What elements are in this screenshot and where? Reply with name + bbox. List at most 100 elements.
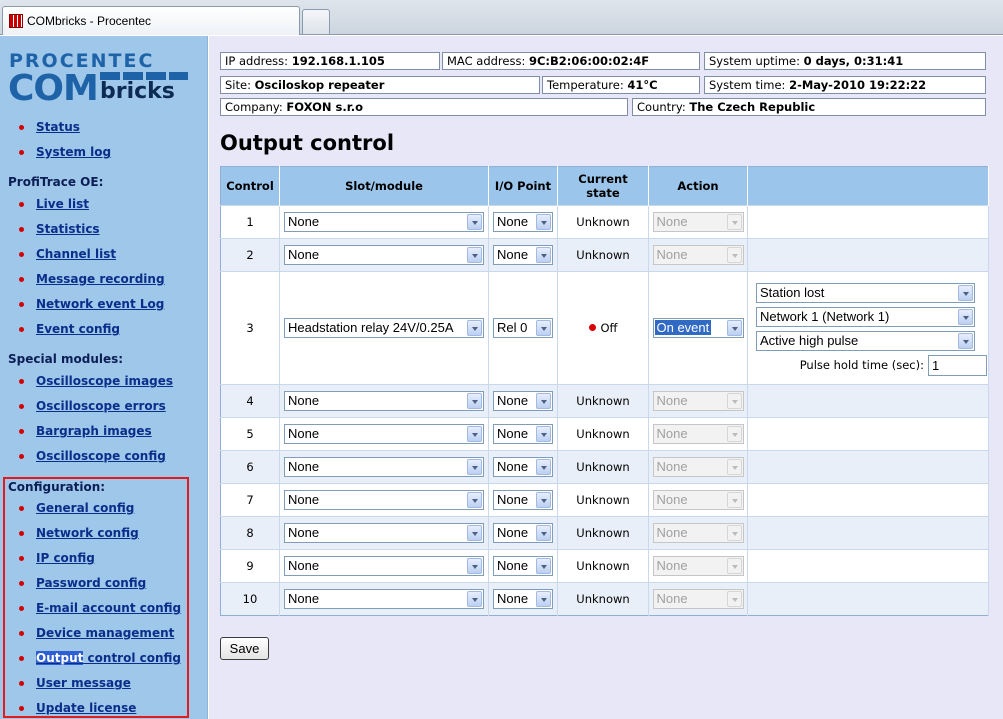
chevron-down-icon[interactable] bbox=[467, 426, 482, 442]
action-select[interactable]: On event bbox=[652, 318, 744, 338]
chevron-down-icon[interactable] bbox=[536, 247, 551, 263]
io-point-select[interactable]: Rel 0 bbox=[493, 318, 553, 338]
system-time-box: System time: 2-May-2010 19:22:22 bbox=[704, 76, 986, 94]
io-point-select[interactable]: None bbox=[493, 212, 553, 232]
chevron-down-icon[interactable] bbox=[536, 320, 551, 336]
io-point-select[interactable]: None bbox=[493, 245, 553, 265]
chevron-down-icon bbox=[726, 525, 742, 541]
control-number: 5 bbox=[220, 417, 280, 451]
chevron-down-icon[interactable] bbox=[467, 393, 482, 409]
nav-live-list[interactable]: Live list bbox=[36, 197, 89, 211]
chevron-down-icon[interactable] bbox=[536, 459, 551, 475]
nav-password-config[interactable]: Password config bbox=[36, 576, 146, 590]
nav-statistics[interactable]: Statistics bbox=[36, 222, 100, 236]
nav-message-recording[interactable]: Message recording bbox=[36, 272, 165, 286]
chevron-down-icon[interactable] bbox=[536, 558, 551, 574]
chevron-down-icon[interactable] bbox=[958, 308, 973, 325]
slot-module-cell: Headstation relay 24V/0.25A bbox=[279, 271, 489, 385]
current-state-cell: Unknown bbox=[557, 516, 649, 550]
io-point-select[interactable]: None bbox=[493, 490, 553, 510]
chevron-down-icon[interactable] bbox=[467, 320, 482, 336]
chevron-down-icon[interactable] bbox=[536, 492, 551, 508]
slot-module-value: None bbox=[288, 492, 320, 507]
slot-module-select[interactable]: None bbox=[284, 589, 484, 609]
nav-network-event-log[interactable]: Network event Log bbox=[36, 297, 164, 311]
chevron-down-icon[interactable] bbox=[467, 558, 482, 574]
browser-tab[interactable]: COMbricks - Procentec bbox=[2, 6, 300, 35]
slot-module-select[interactable]: None bbox=[284, 212, 484, 232]
current-state-cell: Unknown bbox=[557, 549, 649, 583]
empty-cell bbox=[747, 238, 989, 272]
pulse-hold-input[interactable]: 1 bbox=[928, 354, 987, 376]
chevron-down-icon[interactable] bbox=[536, 525, 551, 541]
nav-channel-list[interactable]: Channel list bbox=[36, 247, 116, 261]
nav-system-log[interactable]: System log bbox=[36, 145, 111, 159]
chevron-down-icon[interactable] bbox=[958, 332, 973, 349]
nav-output-control-config[interactable]: Output control config bbox=[36, 651, 181, 665]
nav-ip-config[interactable]: IP config bbox=[36, 551, 95, 565]
io-point-cell: None bbox=[488, 417, 558, 451]
chevron-down-icon[interactable] bbox=[958, 284, 973, 301]
nav-oscilloscope-images[interactable]: Oscilloscope images bbox=[36, 374, 173, 388]
current-state-value: Unknown bbox=[576, 559, 630, 573]
io-point-select[interactable]: None bbox=[493, 457, 553, 477]
slot-module-select[interactable]: None bbox=[284, 424, 484, 444]
chevron-down-icon[interactable] bbox=[467, 591, 482, 607]
nav-oscilloscope-errors[interactable]: Oscilloscope errors bbox=[36, 399, 166, 413]
chevron-down-icon[interactable] bbox=[536, 393, 551, 409]
mac-label: MAC address: bbox=[447, 54, 529, 68]
action-value: None bbox=[656, 459, 688, 474]
nav-update-license[interactable]: Update license bbox=[36, 701, 136, 715]
nav-oscilloscope-config[interactable]: Oscilloscope config bbox=[36, 449, 166, 463]
bullet-icon bbox=[19, 252, 24, 257]
chevron-down-icon[interactable] bbox=[467, 214, 482, 230]
header-extra bbox=[747, 166, 989, 206]
empty-cell bbox=[747, 582, 989, 616]
slot-module-select[interactable]: None bbox=[284, 391, 484, 411]
control-number: 7 bbox=[220, 483, 280, 517]
action-value: None bbox=[656, 214, 688, 229]
slot-module-select[interactable]: None bbox=[284, 490, 484, 510]
slot-module-select[interactable]: Headstation relay 24V/0.25A bbox=[284, 318, 484, 338]
slot-module-select[interactable]: None bbox=[284, 523, 484, 543]
nav-email-account-config[interactable]: E-mail account config bbox=[36, 601, 181, 615]
io-point-select[interactable]: None bbox=[493, 523, 553, 543]
network-select[interactable]: Network 1 (Network 1) bbox=[756, 306, 975, 327]
nav-network-config[interactable]: Network config bbox=[36, 526, 139, 540]
event-type-select[interactable]: Station lost bbox=[756, 282, 975, 303]
slot-module-select[interactable]: None bbox=[284, 556, 484, 576]
chevron-down-icon[interactable] bbox=[536, 214, 551, 230]
chevron-down-icon[interactable] bbox=[467, 492, 482, 508]
slot-module-select[interactable]: None bbox=[284, 457, 484, 477]
nav-user-message[interactable]: User message bbox=[36, 676, 131, 690]
company-box: Company: FOXON s.r.o bbox=[220, 98, 628, 116]
io-point-cell: None bbox=[488, 384, 558, 418]
nav-bargraph-images[interactable]: Bargraph images bbox=[36, 424, 152, 438]
chevron-down-icon[interactable] bbox=[536, 426, 551, 442]
new-tab-button[interactable] bbox=[302, 9, 330, 34]
io-point-select[interactable]: None bbox=[493, 424, 553, 444]
chevron-down-icon[interactable] bbox=[467, 459, 482, 475]
bullet-icon bbox=[19, 150, 24, 155]
chevron-down-icon[interactable] bbox=[467, 247, 482, 263]
chevron-down-icon[interactable] bbox=[536, 591, 551, 607]
logo-com-text: COM bbox=[8, 68, 99, 109]
nav-status[interactable]: Status bbox=[36, 120, 80, 134]
chevron-down-icon[interactable] bbox=[726, 320, 742, 336]
pulse-hold-row: Pulse hold time (sec): 1 bbox=[756, 354, 987, 376]
output-mode-select[interactable]: Active high pulse bbox=[756, 330, 975, 351]
empty-cell bbox=[747, 549, 989, 583]
io-point-select[interactable]: None bbox=[493, 589, 553, 609]
nav-general-config[interactable]: General config bbox=[36, 501, 134, 515]
site-box: Site: Osciloskop repeater bbox=[220, 76, 540, 94]
chevron-down-icon[interactable] bbox=[467, 525, 482, 541]
io-point-value: None bbox=[497, 247, 529, 262]
sidebar: PROCENTEC COM bricks Status System log P… bbox=[0, 36, 208, 719]
bullet-icon bbox=[19, 429, 24, 434]
nav-event-config[interactable]: Event config bbox=[36, 322, 120, 336]
io-point-select[interactable]: None bbox=[493, 391, 553, 411]
io-point-select[interactable]: None bbox=[493, 556, 553, 576]
slot-module-select[interactable]: None bbox=[284, 245, 484, 265]
save-button[interactable]: Save bbox=[220, 637, 269, 660]
nav-device-management[interactable]: Device management bbox=[36, 626, 174, 640]
